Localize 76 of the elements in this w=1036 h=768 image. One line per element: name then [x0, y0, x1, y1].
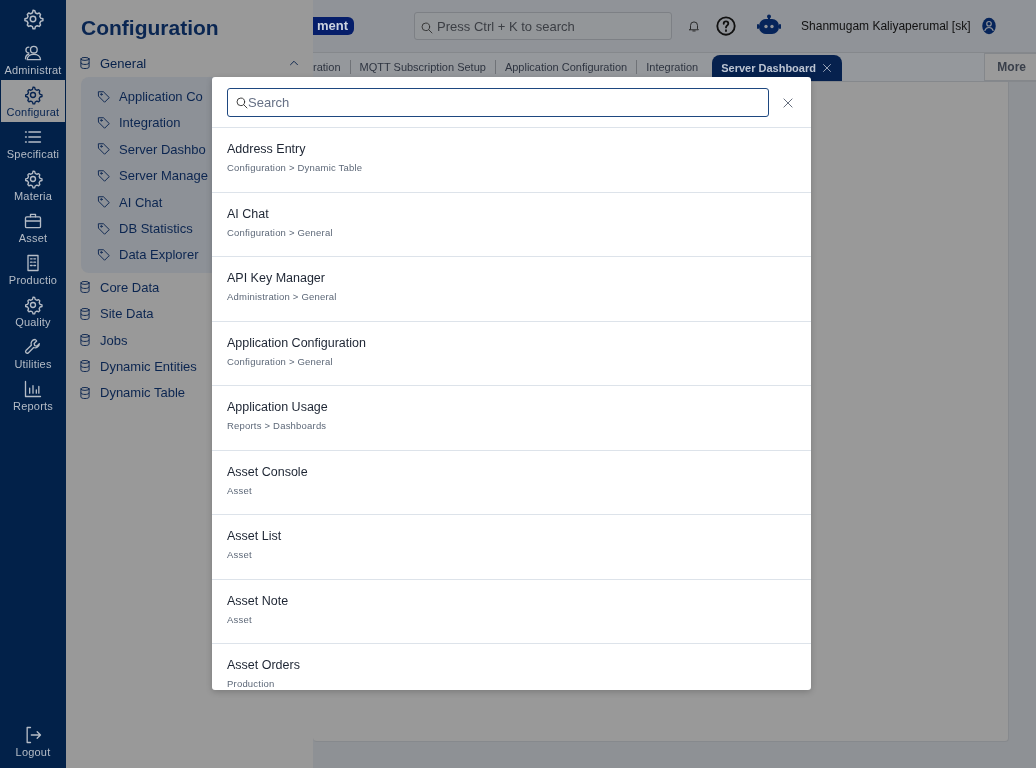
- result-path: Asset: [227, 484, 253, 496]
- tag-icon: [97, 221, 111, 236]
- database-icon: [78, 306, 92, 321]
- rail-item[interactable]: Asset: [1, 206, 65, 248]
- result-item[interactable]: Application Configuration Configuration > General: [212, 321, 811, 386]
- tree-item[interactable]: General: [78, 50, 301, 77]
- result-title: Asset Console: [227, 464, 309, 479]
- close-icon: [781, 95, 795, 110]
- tag-icon: [97, 142, 111, 157]
- result-path: Asset: [227, 549, 253, 560]
- gear-icon: [23, 295, 43, 315]
- tab[interactable]: ration: [313, 54, 350, 80]
- panel-title: Configuration: [81, 16, 220, 40]
- result-path: Asset: [227, 613, 253, 625]
- result-title: Asset Note: [227, 593, 290, 608]
- search-field[interactable]: Search: [227, 88, 769, 117]
- bell-icon[interactable]: [687, 19, 702, 33]
- result-title: AI Chat: [227, 206, 270, 221]
- wrench-icon: [23, 337, 43, 357]
- result-title: Application Usage: [227, 400, 329, 414]
- result-title: Asset Orders: [227, 658, 301, 672]
- tag-icon: [97, 168, 111, 183]
- result-title: Asset List: [227, 529, 283, 543]
- user-avatar-icon[interactable]: [980, 16, 999, 36]
- database-icon: [78, 385, 92, 400]
- result-item[interactable]: Asset Note Asset: [212, 579, 811, 644]
- result-title: Application Configuration: [227, 335, 367, 350]
- result-item[interactable]: Application Usage Reports > Dashboards: [212, 386, 811, 451]
- logout-button[interactable]: Logout: [1, 720, 65, 762]
- result-item[interactable]: Asset Console Asset: [212, 450, 811, 515]
- search-icon: [235, 96, 249, 110]
- close-icon[interactable]: [820, 62, 833, 74]
- result-path: Reports > Dashboards: [227, 420, 328, 431]
- gear-logo-icon: [22, 8, 44, 30]
- gear-icon: [23, 85, 43, 105]
- result-item[interactable]: AI Chat Configuration > General: [212, 192, 811, 257]
- tab[interactable]: Integration: [637, 54, 708, 80]
- help-icon[interactable]: [715, 15, 738, 37]
- result-path: Production: [227, 678, 276, 689]
- tag-icon: [97, 115, 111, 130]
- rail-item[interactable]: Administrat: [1, 38, 65, 80]
- result-item[interactable]: Asset List Asset: [212, 515, 811, 580]
- gear-icon: [23, 169, 43, 189]
- database-icon: [78, 333, 92, 348]
- briefcase-icon: [23, 211, 43, 231]
- tag-icon: [97, 89, 111, 104]
- more-button[interactable]: More: [984, 53, 1036, 81]
- tab[interactable]: Application Configuration: [495, 54, 637, 80]
- rail-item[interactable]: Materia: [1, 164, 65, 206]
- search-field[interactable]: Press Ctrl + K to search: [414, 12, 673, 40]
- database-icon: [78, 56, 92, 71]
- result-title: API Key Manager: [227, 271, 326, 285]
- rail-item[interactable]: Specificati: [1, 122, 65, 164]
- app-badge: ment: [313, 17, 355, 35]
- database-icon: [78, 359, 92, 374]
- tab[interactable]: MQTT Subscription Setup: [350, 54, 495, 80]
- result-path: Administration > General: [227, 291, 338, 302]
- user-name: Shanmugam Kaliyaperumal [sk]: [801, 19, 971, 33]
- result-path: Configuration > Dynamic Table: [227, 162, 364, 173]
- rail-item[interactable]: Configurat: [1, 80, 65, 122]
- result-item[interactable]: Address Entry Configuration > Dynamic Table: [212, 128, 811, 193]
- tag-icon: [97, 247, 111, 262]
- result-path: Configuration > General: [227, 355, 334, 367]
- rail-item[interactable]: Reports: [1, 374, 65, 416]
- people-icon: [23, 43, 43, 63]
- result-item[interactable]: Asset Orders Production: [212, 644, 811, 690]
- result-path: Configuration > General: [227, 226, 334, 238]
- rail-item[interactable]: Quality: [1, 290, 65, 332]
- rail-item[interactable]: Productio: [1, 248, 65, 290]
- database-icon: [78, 280, 92, 295]
- rail-item[interactable]: Utilities: [1, 332, 65, 374]
- result-title: Address Entry: [227, 142, 307, 156]
- search-icon: [420, 21, 435, 35]
- result-item[interactable]: API Key Manager Administration > General: [212, 257, 811, 322]
- bar-chart-icon: [23, 379, 43, 399]
- tag-icon: [97, 195, 111, 210]
